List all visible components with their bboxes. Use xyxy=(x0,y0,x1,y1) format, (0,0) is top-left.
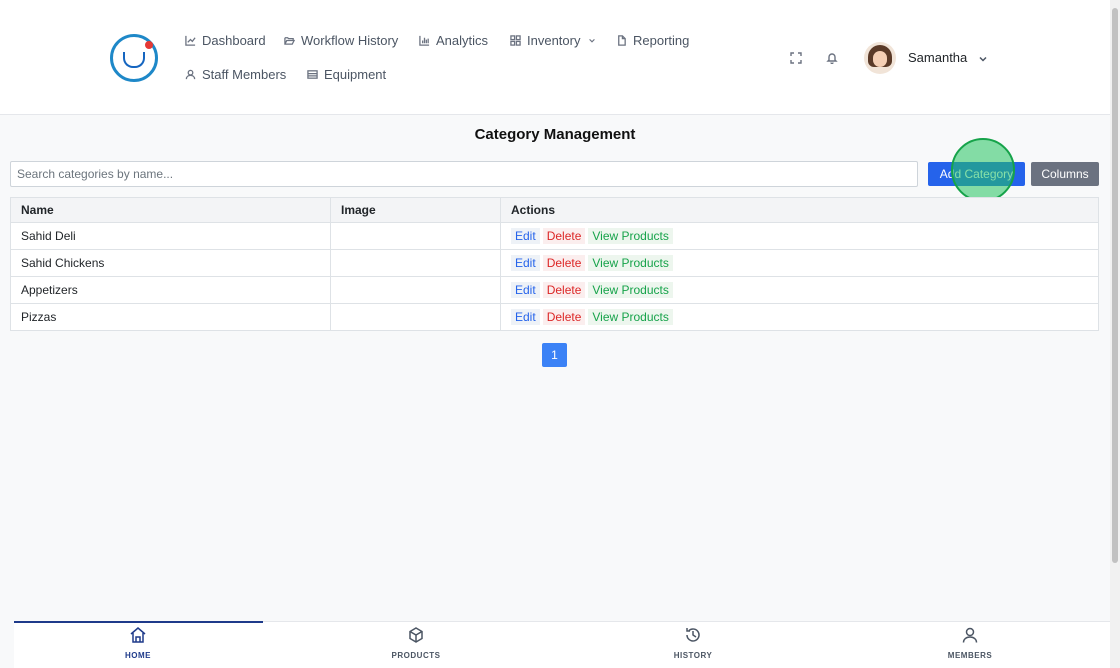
bottom-nav-members[interactable]: MEMBERS xyxy=(930,626,1010,660)
history-icon xyxy=(686,628,700,642)
cell-name: Pizzas xyxy=(10,303,331,331)
search-input[interactable] xyxy=(10,161,918,187)
cell-actions: Edit Delete View Products xyxy=(500,276,1099,304)
nav-workflow-history[interactable]: Workflow History xyxy=(284,33,398,48)
chevron-down-icon xyxy=(589,38,596,43)
bar-chart-icon xyxy=(419,35,430,46)
nav-workflow-history-label: Workflow History xyxy=(301,33,399,48)
logo-dot-icon xyxy=(145,41,153,49)
bottom-nav-members-label: MEMBERS xyxy=(947,651,993,660)
nav-analytics[interactable]: Analytics xyxy=(419,33,488,48)
nav-dashboard-label: Dashboard xyxy=(202,33,266,48)
cell-name: Appetizers xyxy=(10,276,331,304)
cell-image xyxy=(330,303,501,331)
table-row: Pizzas Edit Delete View Products xyxy=(10,303,1099,331)
pagination-page-button[interactable]: 1 xyxy=(542,343,567,367)
add-category-button[interactable]: Add Category xyxy=(928,162,1025,186)
chart-line-icon xyxy=(185,35,196,46)
logo-cup-icon xyxy=(123,52,145,68)
app-logo[interactable] xyxy=(110,34,158,82)
cell-actions: Edit Delete View Products xyxy=(500,222,1099,250)
bottom-nav-active-indicator xyxy=(14,621,263,623)
bottom-nav-history[interactable]: HISTORY xyxy=(653,626,733,660)
table-row: Sahid Deli Edit Delete View Products xyxy=(10,222,1099,250)
scrollbar-thumb[interactable] xyxy=(1112,8,1118,563)
vertical-scrollbar[interactable] xyxy=(1110,0,1120,668)
nav-reporting[interactable]: Reporting xyxy=(616,33,689,48)
cell-name: Sahid Chickens xyxy=(10,249,331,277)
nav-analytics-label: Analytics xyxy=(436,33,489,48)
cell-image xyxy=(330,222,501,250)
nav-inventory-label: Inventory xyxy=(527,33,581,48)
document-icon xyxy=(618,35,626,46)
nav-staff-members[interactable]: Staff Members xyxy=(185,67,286,82)
bottom-nav-products-label: PRODUCTS xyxy=(391,651,441,660)
columns-button[interactable]: Columns xyxy=(1031,162,1099,186)
avatar[interactable] xyxy=(864,42,896,74)
user-name[interactable]: Samantha xyxy=(908,50,967,65)
list-icon xyxy=(307,70,318,79)
view-products-button[interactable]: View Products xyxy=(588,228,673,244)
nav-dashboard[interactable]: Dashboard xyxy=(185,33,266,48)
user-icon xyxy=(185,69,196,80)
view-products-button[interactable]: View Products xyxy=(588,309,673,325)
view-products-button[interactable]: View Products xyxy=(588,255,673,271)
nav-staff-members-label: Staff Members xyxy=(202,67,287,82)
box-icon xyxy=(409,627,423,643)
folder-open-icon xyxy=(284,37,295,45)
bottom-nav: HOME PRODUCTS HISTORY MEMBERS xyxy=(14,621,1110,668)
cell-actions: Edit Delete View Products xyxy=(500,303,1099,331)
bottom-nav-products[interactable]: PRODUCTS xyxy=(376,626,456,660)
grid-icon xyxy=(510,35,521,46)
top-header: Dashboard Workflow History Analytics Inv… xyxy=(0,0,1110,115)
bell-icon[interactable] xyxy=(826,51,840,65)
bottom-nav-history-label: HISTORY xyxy=(673,651,713,660)
delete-button[interactable]: Delete xyxy=(542,282,586,298)
edit-button[interactable]: Edit xyxy=(511,282,540,298)
cell-image xyxy=(330,249,501,277)
table-header-row: Name Image Actions xyxy=(10,197,1099,223)
nav-equipment[interactable]: Equipment xyxy=(307,67,386,82)
home-icon xyxy=(130,627,146,643)
fullscreen-icon[interactable] xyxy=(790,51,804,65)
nav-reporting-label: Reporting xyxy=(633,33,690,48)
person-icon xyxy=(962,627,978,643)
table-row: Sahid Chickens Edit Delete View Products xyxy=(10,249,1099,277)
cell-name: Sahid Deli xyxy=(10,222,331,250)
nav-inventory[interactable]: Inventory xyxy=(510,33,596,48)
column-header-image[interactable]: Image xyxy=(330,197,501,223)
nav-equipment-label: Equipment xyxy=(324,67,387,82)
bottom-nav-home-label: HOME xyxy=(125,651,151,660)
edit-button[interactable]: Edit xyxy=(511,255,540,271)
bottom-nav-home[interactable]: HOME xyxy=(98,626,178,660)
view-products-button[interactable]: View Products xyxy=(588,282,673,298)
cell-image xyxy=(330,276,501,304)
delete-button[interactable]: Delete xyxy=(542,228,586,244)
delete-button[interactable]: Delete xyxy=(542,255,586,271)
categories-table: Name Image Actions Sahid Deli Edit Delete… xyxy=(10,197,1099,331)
cell-actions: Edit Delete View Products xyxy=(500,249,1099,277)
column-header-actions: Actions xyxy=(500,197,1099,223)
page-title: Category Management xyxy=(474,126,636,143)
delete-button[interactable]: Delete xyxy=(542,309,586,325)
user-chevron-down-icon[interactable] xyxy=(978,51,988,62)
column-header-name[interactable]: Name xyxy=(10,197,331,223)
table-row: Appetizers Edit Delete View Products xyxy=(10,276,1099,304)
edit-button[interactable]: Edit xyxy=(511,228,540,244)
edit-button[interactable]: Edit xyxy=(511,309,540,325)
